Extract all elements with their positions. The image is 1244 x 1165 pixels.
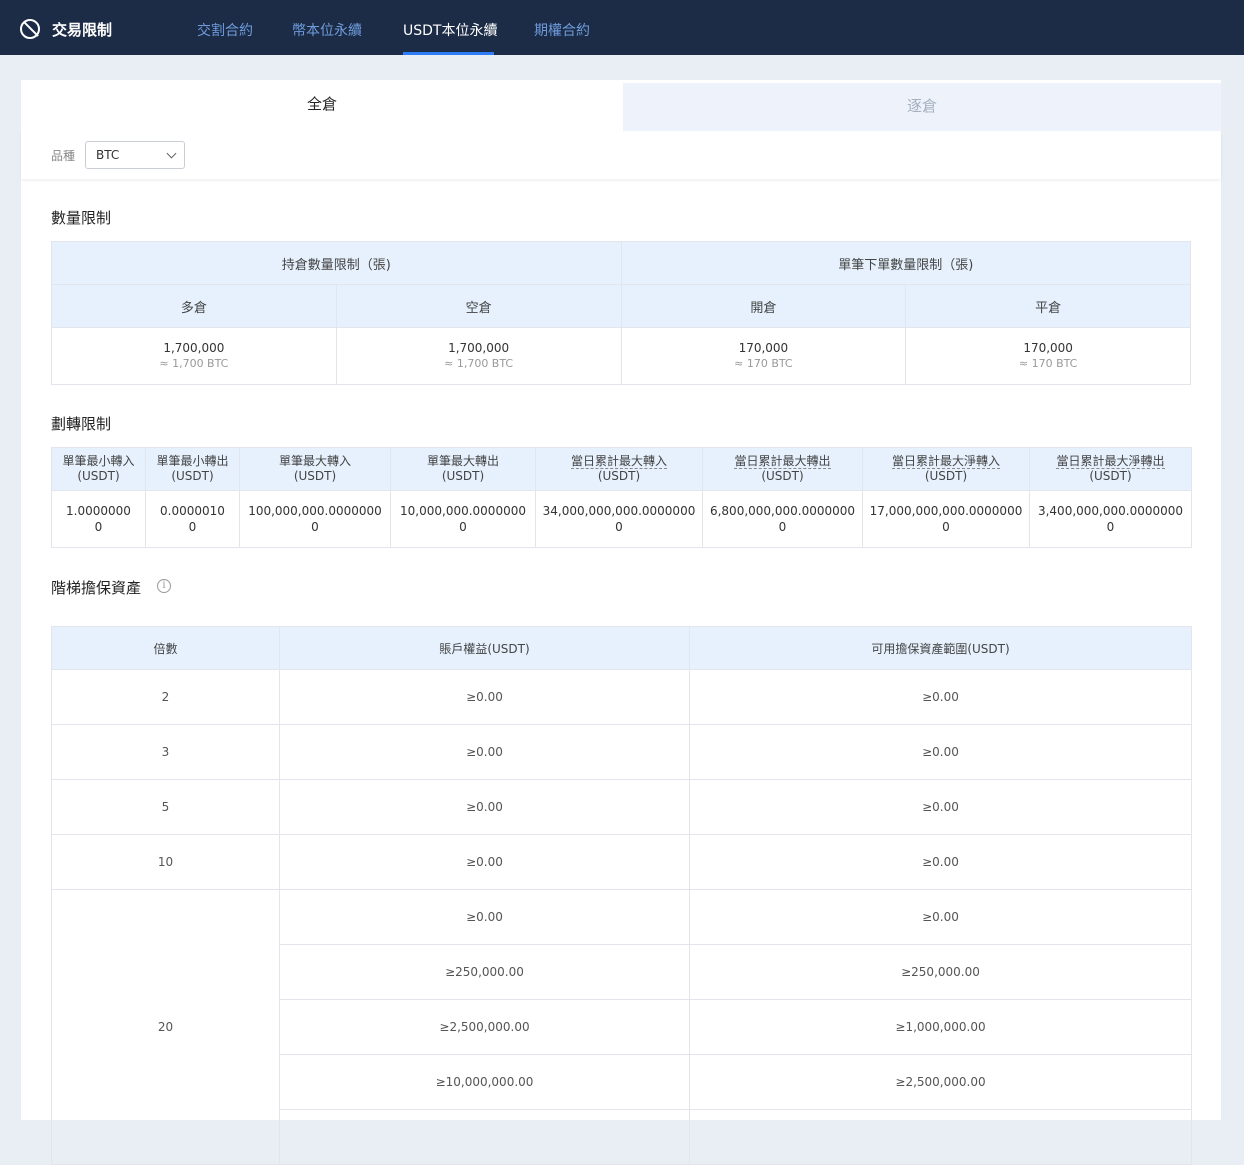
cell-multiplier: 2 xyxy=(51,669,280,725)
cell-range: ≥0.00 xyxy=(689,834,1192,890)
cell-equity: ≥0.00 xyxy=(279,669,690,725)
header-daily-net-in[interactable]: 當日累計最大淨轉入 (USDT) xyxy=(862,447,1030,491)
table-row: 1,700,000 ≈ 1,700 BTC 1,700,000 ≈ 1,700 BT… xyxy=(51,327,1191,385)
table-row: 20 ≥0.00 ≥0.00 xyxy=(51,889,1192,1165)
filter-label: 品種 xyxy=(51,149,76,163)
header-long: 多倉 xyxy=(51,284,337,328)
top-nav-bar: 交易限制 交割合約 幣本位永續 USDT本位永續 期權合約 xyxy=(0,0,1244,55)
nav-tab-coin-swap[interactable]: 幣本位永續 xyxy=(292,20,362,40)
quantity-table: 持倉數量限制（張) 單筆下單數量限制（張) 多倉 空倉 開倉 平倉 1,700,… xyxy=(51,241,1191,385)
header-short: 空倉 xyxy=(335,284,622,328)
app-title: 交易限制 xyxy=(52,20,113,39)
header-min-out: 單筆最小轉出 (USDT) xyxy=(145,447,240,491)
header-max-out: 單筆最大轉出 (USDT) xyxy=(390,447,536,491)
section-title-transfer: 劃轉限制 xyxy=(51,415,112,433)
active-tab-indicator xyxy=(403,52,494,55)
header-min-in: 單筆最小轉入 (USDT) xyxy=(51,447,146,491)
cell-multiplier: 3 xyxy=(51,724,280,780)
cell-range xyxy=(689,1109,1192,1165)
cell-range: ≥2,500,000.00 xyxy=(689,1054,1192,1110)
header-max-in: 單筆最大轉入 (USDT) xyxy=(239,447,391,491)
cell-close: 170,000 ≈ 170 BTC xyxy=(905,327,1191,385)
table-row: 5 ≥0.00 ≥0.00 xyxy=(51,779,1192,835)
header-daily-max-in[interactable]: 當日累計最大轉入 (USDT) xyxy=(535,447,703,491)
cell-equity: ≥2,500,000.00 xyxy=(279,999,690,1055)
tab-isolated[interactable]: 逐倉 xyxy=(623,83,1221,131)
cell-equity xyxy=(279,1109,690,1165)
table-row: 3 ≥0.00 ≥0.00 xyxy=(51,724,1192,780)
table-row: 1.0000000 0 0.0000010 0 100,000,000.000000… xyxy=(51,490,1192,548)
nav-tab-options[interactable]: 期權合約 xyxy=(534,20,590,40)
logo-icon xyxy=(20,19,40,39)
cell-multiplier: 5 xyxy=(51,779,280,835)
cell-min-in: 1.0000000 0 xyxy=(51,490,146,548)
filter-row: 品種 BTC xyxy=(21,131,1221,179)
section-title-ladder: 階梯擔保資產 xyxy=(51,579,142,597)
cell-max-out: 10,000,000.0000000 0 xyxy=(390,490,536,548)
info-icon[interactable]: i xyxy=(157,579,171,593)
symbol-select-value: BTC xyxy=(96,148,120,162)
transfer-table: 單筆最小轉入 (USDT) 單筆最小轉出 (USDT) 單筆最大轉入 (USDT) 單… xyxy=(51,447,1192,548)
cell-daily-net-in: 17,000,000,000.0000000 0 xyxy=(862,490,1030,548)
cell-range: ≥0.00 xyxy=(689,724,1192,780)
nav-tab-futures[interactable]: 交割合約 xyxy=(197,20,253,40)
cell-range: ≥0.00 xyxy=(689,669,1192,725)
cell-equity: ≥0.00 xyxy=(279,779,690,835)
cell-equity: ≥0.00 xyxy=(279,834,690,890)
cell-long: 1,700,000 ≈ 1,700 BTC xyxy=(51,327,337,385)
header-range: 可用擔保資產範圍(USDT) xyxy=(689,626,1192,670)
nav-tab-usdt-swap[interactable]: USDT本位永續 xyxy=(403,20,497,40)
cell-range: ≥1,000,000.00 xyxy=(689,999,1192,1055)
cell-equity: ≥10,000,000.00 xyxy=(279,1054,690,1110)
cell-equity: ≥250,000.00 xyxy=(279,944,690,1000)
header-order-limit: 單筆下單數量限制（張) xyxy=(620,241,1191,285)
header-daily-net-out[interactable]: 當日累計最大淨轉出 (USDT) xyxy=(1029,447,1192,491)
cell-min-out: 0.0000010 0 xyxy=(145,490,240,548)
header-open: 開倉 xyxy=(620,284,907,328)
cell-equity: ≥0.00 xyxy=(279,889,690,945)
table-row: 2 ≥0.00 ≥0.00 xyxy=(51,669,1192,725)
cell-multiplier: 20 xyxy=(51,889,280,1165)
cell-multiplier: 10 xyxy=(51,834,280,890)
cell-range: ≥0.00 xyxy=(689,779,1192,835)
cell-daily-max-in: 34,000,000,000.0000000 0 xyxy=(535,490,703,548)
cell-short: 1,700,000 ≈ 1,700 BTC xyxy=(335,327,622,385)
cell-range: ≥0.00 xyxy=(689,889,1192,945)
header-multiplier: 倍數 xyxy=(51,626,280,670)
cell-range: ≥250,000.00 xyxy=(689,944,1192,1000)
header-position-limit: 持倉數量限制（張) xyxy=(51,241,622,285)
tab-cross[interactable]: 全倉 xyxy=(21,80,623,132)
chevron-down-icon xyxy=(166,148,177,159)
cell-open: 170,000 ≈ 170 BTC xyxy=(620,327,907,385)
header-close: 平倉 xyxy=(905,284,1191,328)
ladder-table: 倍數 賬戶權益(USDT) 可用擔保資產範圍(USDT) 2 ≥0.00 ≥0.… xyxy=(51,626,1192,1165)
cell-daily-max-out: 6,800,000,000.0000000 0 xyxy=(702,490,863,548)
cell-equity: ≥0.00 xyxy=(279,724,690,780)
section-title-quantity: 數量限制 xyxy=(51,209,112,227)
header-daily-max-out[interactable]: 當日累計最大轉出 (USDT) xyxy=(702,447,863,491)
brand: 交易限制 xyxy=(20,18,112,40)
symbol-select[interactable]: BTC xyxy=(85,141,185,169)
header-equity: 賬戶權益(USDT) xyxy=(279,626,690,670)
table-row: 10 ≥0.00 ≥0.00 xyxy=(51,834,1192,890)
cell-max-in: 100,000,000.0000000 0 xyxy=(239,490,391,548)
cell-daily-net-out: 3,400,000,000.0000000 0 xyxy=(1029,490,1192,548)
